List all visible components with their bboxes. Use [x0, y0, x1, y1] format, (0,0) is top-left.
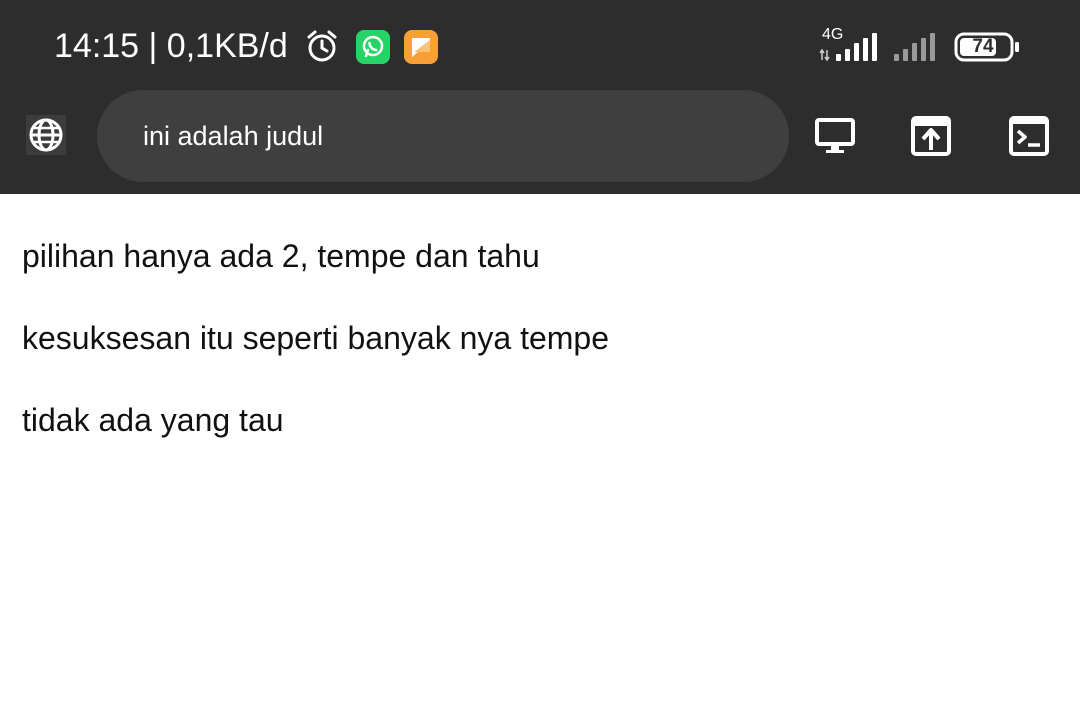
app-toolbar: ini adalah judul: [0, 90, 1080, 194]
alarm-icon: [307, 30, 337, 62]
whatsapp-icon: [356, 30, 390, 64]
content-line: pilihan hanya ada 2, tempe dan tahu: [22, 238, 540, 274]
title-bar[interactable]: ini adalah judul: [97, 90, 789, 182]
message-icon: [404, 30, 438, 64]
console-icon[interactable]: [1007, 114, 1051, 158]
status-bar: 14:15 | 0,1KB/d 4G 74: [0, 0, 1080, 90]
desktop-icon[interactable]: [813, 114, 857, 158]
page-title: ini adalah judul: [143, 121, 324, 151]
content-line: kesuksesan itu seperti banyak nya tempe: [22, 320, 609, 356]
page-content: pilihan hanya ada 2, tempe dan tahu kesu…: [0, 194, 1080, 715]
globe-icon: [29, 118, 63, 152]
battery-level: 74: [972, 36, 994, 57]
status-time-speed: 14:15 | 0,1KB/d: [54, 27, 288, 65]
globe-button[interactable]: [26, 115, 66, 155]
signal-4g-icon: [819, 33, 877, 62]
content-line: tidak ada yang tau: [22, 402, 284, 438]
signal-icon: [894, 33, 935, 61]
share-icon[interactable]: [909, 114, 953, 158]
